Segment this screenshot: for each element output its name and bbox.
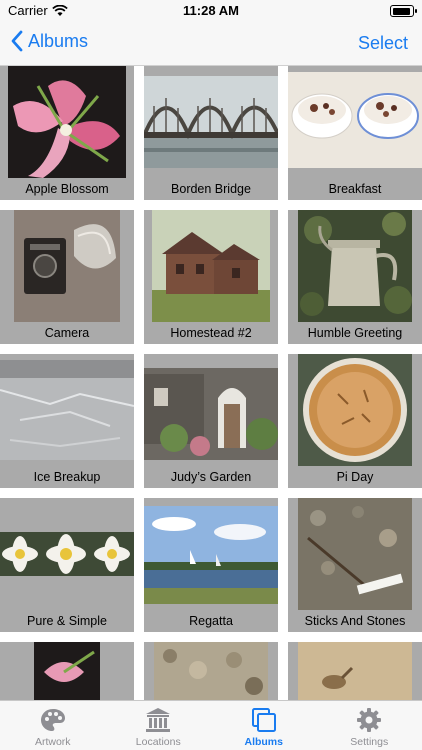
album-tile[interactable]: Judy’s Garden (144, 354, 278, 488)
album-thumbnail (298, 642, 412, 700)
album-tile[interactable]: Regatta (144, 498, 278, 632)
album-title: Borden Bridge (171, 182, 251, 196)
album-title: Humble Greeting (307, 326, 403, 340)
album-thumbnail (152, 210, 270, 322)
album-title: Ice Breakup (33, 470, 101, 484)
album-title: Breakfast (328, 182, 382, 196)
tab-label: Artwork (34, 736, 71, 748)
navigation-bar: Albums Select (0, 22, 422, 66)
museum-icon (146, 708, 171, 732)
album-thumbnail (298, 354, 412, 466)
tab-locations[interactable]: Locations (106, 701, 212, 750)
album-tile[interactable] (288, 642, 422, 700)
album-title: Judy’s Garden (170, 470, 252, 484)
tab-label: Settings (350, 736, 389, 748)
album-tile[interactable]: Borden Bridge (144, 66, 278, 200)
album-tile[interactable]: Pi Day (288, 354, 422, 488)
album-tile[interactable]: Humble Greeting (288, 210, 422, 344)
album-grid[interactable]: Apple Blossom Borden Bridge Breakfast Ca… (0, 66, 422, 700)
battery-icon (390, 5, 417, 17)
back-button-label: Albums (28, 30, 89, 51)
album-title: Camera (44, 326, 90, 340)
album-tile[interactable]: Breakfast (288, 66, 422, 200)
album-thumbnail (154, 642, 268, 700)
album-title: Regatta (189, 614, 233, 628)
tab-artwork[interactable]: Artwork (0, 701, 106, 750)
album-thumbnail (298, 498, 412, 610)
album-thumbnail (34, 642, 100, 700)
palette-icon (40, 709, 65, 731)
back-button[interactable]: Albums (10, 30, 88, 52)
album-thumbnail (14, 210, 120, 322)
albums-icon (251, 708, 276, 732)
tab-settings[interactable]: Settings (317, 701, 422, 750)
tab-bar: Artwork Locations Albums Settings (0, 700, 422, 750)
album-thumbnail (0, 532, 134, 576)
album-title: Homestead #2 (170, 326, 252, 340)
album-thumbnail (8, 66, 126, 178)
tab-label: Albums (244, 736, 283, 748)
tab-label: Locations (135, 736, 181, 748)
album-thumbnail (288, 72, 422, 168)
album-tile[interactable]: Camera (0, 210, 134, 344)
album-thumbnail (0, 360, 134, 460)
album-tile[interactable] (144, 642, 278, 700)
album-thumbnail (144, 506, 278, 604)
album-title: Apple Blossom (25, 182, 109, 196)
album-thumbnail (144, 368, 278, 460)
album-thumbnail (298, 210, 412, 322)
album-tile[interactable]: Ice Breakup (0, 354, 134, 488)
album-tile[interactable]: Homestead #2 (144, 210, 278, 344)
album-tile[interactable] (0, 642, 134, 700)
clock: 11:28 AM (183, 3, 239, 18)
chevron-left-icon (11, 30, 23, 52)
status-bar: Carrier 11:28 AM (0, 0, 422, 22)
gear-icon (357, 708, 382, 732)
tab-albums[interactable]: Albums (211, 701, 317, 750)
album-thumbnail (144, 76, 278, 168)
album-tile[interactable]: Apple Blossom (0, 66, 134, 200)
album-tile[interactable]: Sticks And Stones (288, 498, 422, 632)
album-title: Pi Day (336, 470, 374, 484)
album-title: Pure & Simple (27, 614, 107, 628)
battery-level (392, 7, 410, 15)
select-button[interactable]: Select (358, 33, 408, 54)
album-title: Sticks And Stones (304, 614, 406, 628)
album-tile[interactable]: Pure & Simple (0, 498, 134, 632)
